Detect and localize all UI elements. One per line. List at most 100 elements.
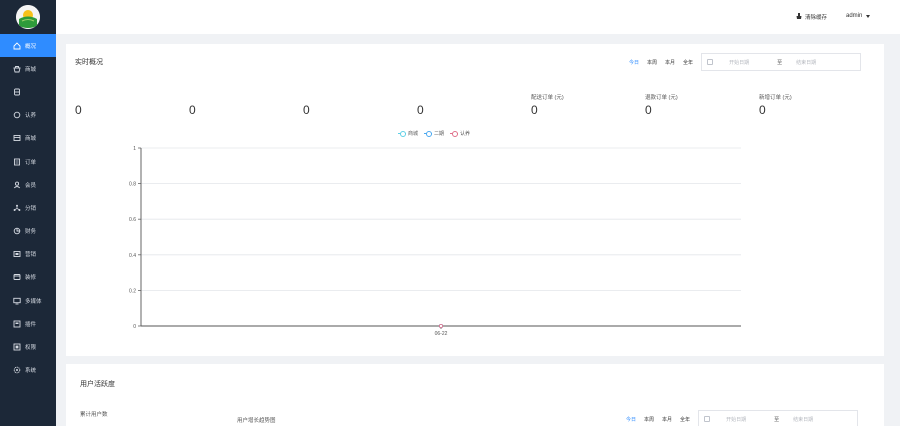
stat-label: 配送订单 (元) <box>531 95 564 101</box>
stat-label <box>75 93 82 101</box>
sidebar-item-0[interactable]: 概况 <box>0 34 56 58</box>
activity-date-range[interactable]: 开始日期 至 结束日期 <box>698 410 859 426</box>
legend-label: 商城 <box>408 131 419 137</box>
activity-range: 今日 本周 本月 全年 开始日期 至 结束日期 <box>626 410 859 426</box>
top-header: 清除缓存 admin <box>56 0 900 34</box>
sidebar-item-10[interactable]: 装修 <box>0 266 56 289</box>
sidebar-nav: 概况 商城 认养 商城 订单 会员 分销 财务 营销 装修 多媒体 插件 权限 系统 <box>0 34 56 382</box>
sidebar-item-label: 权限 <box>25 345 37 352</box>
user-trend-label: 用户增长趋势图 <box>237 418 276 424</box>
overview-title: 实时概况 <box>75 59 103 66</box>
sidebar-item-3[interactable]: 认养 <box>0 104 56 127</box>
stat-label <box>417 93 424 101</box>
range-year[interactable]: 全年 <box>680 416 690 423</box>
stat-label <box>189 93 196 101</box>
y-tick-label: 0.2 <box>129 288 136 294</box>
sidebar-item-8[interactable]: 财务 <box>0 220 56 243</box>
stat-label: 退款订单 (元) <box>645 95 678 101</box>
stat-value: 0 <box>417 103 424 117</box>
legend-label: 二期 <box>434 131 445 137</box>
sidebar-item-11[interactable]: 多媒体 <box>0 289 56 312</box>
sidebar-item-1[interactable]: 商城 <box>0 57 56 80</box>
user-menu[interactable]: admin <box>846 13 871 19</box>
sidebar-item-label: 认养 <box>25 113 37 120</box>
sidebar-item-label: 分销 <box>25 205 37 212</box>
sidebar-item-2[interactable] <box>0 80 56 103</box>
permission-icon <box>13 343 21 351</box>
legend-marker <box>424 131 433 137</box>
overview-card: 实时概况 今日 本周 本月 全年 开始日期 至 结束日期 0 0 0 0 配送订… <box>66 44 884 356</box>
stat-refund-orders: 退款订单 (元) 0 <box>645 93 678 117</box>
y-tick-label: 0.6 <box>129 217 136 223</box>
sidebar-item-label: 商城 <box>25 136 37 143</box>
share-icon <box>13 204 21 212</box>
end-date-input[interactable]: 结束日期 <box>796 59 842 66</box>
sidebar-item-label: 系统 <box>25 368 37 375</box>
home-icon <box>13 41 21 50</box>
sidebar: 概况 商城 认养 商城 订单 会员 分销 财务 营销 装修 多媒体 插件 权限 系统 <box>0 0 56 426</box>
media-icon <box>13 297 21 305</box>
sidebar-item-14[interactable]: 系统 <box>0 359 56 382</box>
caret-down-icon <box>866 14 871 18</box>
finance-icon <box>13 227 21 235</box>
clear-cache-button[interactable]: 清除缓存 <box>796 13 827 21</box>
stat-new-orders: 新增订单 (元) 0 <box>759 93 792 117</box>
brush-icon <box>796 13 802 21</box>
order-icon <box>13 158 21 166</box>
date-separator: 至 <box>777 59 783 66</box>
range-today[interactable]: 今日 <box>629 59 639 66</box>
range-month[interactable]: 本月 <box>662 416 672 423</box>
stat-value: 0 <box>645 103 652 117</box>
y-tick-label: 0.8 <box>129 182 136 188</box>
stat-label: 新增订单 (元) <box>759 95 792 101</box>
y-tick-label: 1 <box>133 146 136 152</box>
range-week[interactable]: 本周 <box>647 59 657 66</box>
sidebar-item-9[interactable]: 营销 <box>0 243 56 266</box>
x-tick-label: 06-22 <box>435 331 448 337</box>
start-date-input[interactable]: 开始日期 <box>729 59 775 66</box>
start-date-input[interactable]: 开始日期 <box>726 416 772 423</box>
brand-logo[interactable] <box>16 5 40 29</box>
end-date-input[interactable]: 结束日期 <box>793 416 839 423</box>
sidebar-item-12[interactable]: 插件 <box>0 312 56 335</box>
calendar-icon <box>707 59 714 65</box>
sidebar-item-7[interactable]: 分销 <box>0 196 56 219</box>
sidebar-item-label: 装修 <box>25 275 37 282</box>
legend-item[interactable]: 认养 <box>450 130 470 137</box>
plugin-icon <box>13 320 21 328</box>
sidebar-item-label: 商城 <box>25 66 37 73</box>
sidebar-item-label: 插件 <box>25 321 37 328</box>
shop-icon <box>13 65 21 73</box>
stat-label <box>303 93 310 101</box>
series-point-2 <box>438 323 443 328</box>
sidebar-item-label: 营销 <box>25 252 37 259</box>
calendar-icon <box>704 416 711 422</box>
layers-icon <box>13 88 21 96</box>
range-week[interactable]: 本周 <box>644 416 654 423</box>
user-icon <box>13 181 21 189</box>
legend-item[interactable]: 商城 <box>398 130 418 137</box>
decorate-icon <box>13 273 21 281</box>
legend-label: 认养 <box>460 131 471 137</box>
legend-marker <box>450 131 459 137</box>
overview-range: 今日 本周 本月 全年 开始日期 至 结束日期 <box>629 53 862 71</box>
stat-3: 0 <box>303 93 310 117</box>
overview-date-range[interactable]: 开始日期 至 结束日期 <box>701 53 862 71</box>
range-year[interactable]: 全年 <box>683 59 693 66</box>
sidebar-item-13[interactable]: 权限 <box>0 335 56 358</box>
sidebar-item-4[interactable]: 商城 <box>0 127 56 150</box>
activity-card: 用户活跃度 累计用户数 用户增长趋势图 今日 本周 本月 全年 开始日期 至 结… <box>66 364 884 426</box>
range-month[interactable]: 本月 <box>665 59 675 66</box>
range-today[interactable]: 今日 <box>626 416 636 423</box>
stat-4: 0 <box>417 93 424 117</box>
y-tick-label: 0 <box>133 324 136 330</box>
store-icon <box>13 134 21 142</box>
sidebar-item-label: 会员 <box>25 182 37 189</box>
stat-1: 0 <box>75 93 82 117</box>
stat-delivery-orders: 配送订单 (元) 0 <box>531 93 564 117</box>
sidebar-item-6[interactable]: 会员 <box>0 173 56 196</box>
activity-title: 用户活跃度 <box>80 381 115 388</box>
legend-item[interactable]: 二期 <box>424 130 444 137</box>
sidebar-item-5[interactable]: 订单 <box>0 150 56 173</box>
stat-value: 0 <box>303 103 310 117</box>
